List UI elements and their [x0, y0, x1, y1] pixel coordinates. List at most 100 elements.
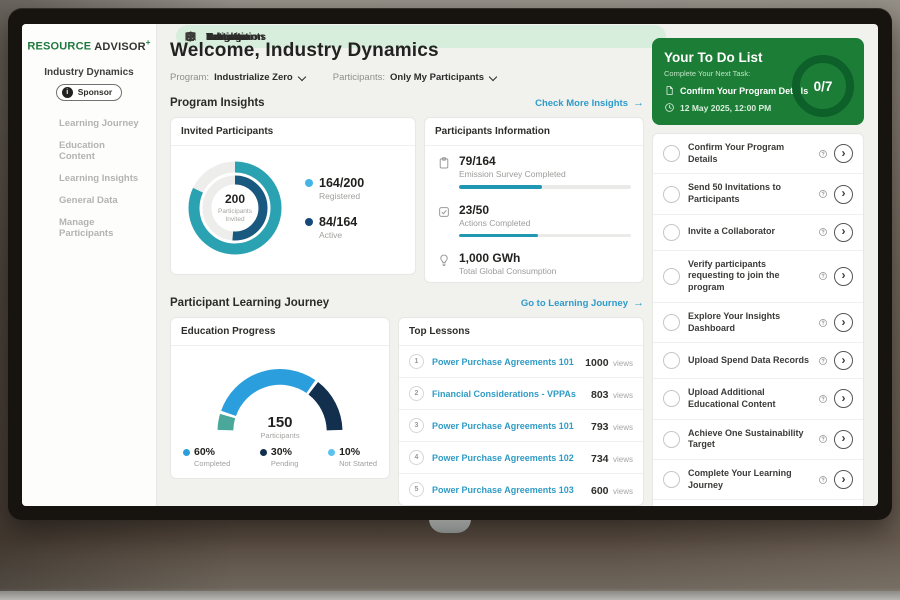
lesson-title-link[interactable]: Power Purchase Agreements 103: [432, 485, 591, 495]
legend-dot: [260, 449, 267, 456]
help-icon: [818, 189, 828, 199]
todo-task-list-card: Confirm Your Program Details › Send 50 I…: [652, 133, 864, 506]
legend-item: 60% Completed: [183, 446, 230, 468]
info-row-icon: [437, 156, 451, 170]
learning-journey-header: Participant Learning Journey Go to Learn…: [170, 297, 644, 309]
views-count: 793: [591, 421, 609, 433]
task-chevron-button[interactable]: ›: [834, 144, 853, 163]
task-chevron-button[interactable]: ›: [834, 389, 853, 408]
arrow-right-icon: →: [633, 97, 644, 109]
task-row: Verify participants requesting to join t…: [653, 251, 863, 303]
task-label: Invite a Collaborator: [688, 226, 814, 238]
info-row: 1,000 GWh Total Global Consumption: [425, 243, 643, 282]
arrow-right-icon: →: [633, 297, 644, 309]
lesson-row: 3 Power Purchase Agreements 101 793 view…: [399, 409, 643, 441]
org-name: Industry Dynamics: [22, 67, 156, 78]
task-chevron-button[interactable]: ›: [834, 430, 853, 449]
task-chevron-button[interactable]: ›: [834, 313, 853, 332]
lesson-rank: 1: [409, 354, 424, 369]
lesson-title-link[interactable]: Power Purchase Agreements 101: [432, 421, 591, 431]
legend-item: 84/164 Active: [305, 215, 364, 240]
participants-filter-value: Only My Participants: [390, 72, 484, 83]
program-filter-value: Industrialize Zero: [214, 72, 293, 83]
task-checkbox[interactable]: [663, 145, 680, 162]
monitor-bezel: RESOURCEADVISOR+ Industry Dynamics i Spo…: [8, 8, 892, 520]
info-label: Actions Completed: [459, 218, 631, 228]
card-title: Invited Participants: [171, 118, 415, 146]
task-checkbox[interactable]: [663, 224, 680, 241]
gauge-center-label: Participants: [205, 431, 355, 440]
task-chevron-button[interactable]: ›: [834, 470, 853, 489]
progress-bar: [459, 185, 631, 189]
program-filter-dropdown[interactable]: Program: Industrialize Zero: [170, 72, 305, 83]
sponsor-badge[interactable]: i Sponsor: [56, 84, 122, 101]
progress-fill: [459, 185, 542, 189]
info-row: 79/164 Emission Survey Completed: [425, 146, 643, 195]
sidebar-item[interactable]: General Data: [28, 190, 150, 211]
check-more-insights-link[interactable]: Check More Insights→: [535, 97, 644, 109]
task-row: Upload Additional Educational Content ›: [653, 379, 863, 419]
info-row-icon: [437, 253, 451, 267]
lesson-row: 2 Financial Considerations - VPPAs 803 v…: [399, 377, 643, 409]
todo-due-label: 12 May 2025, 12:00 PM: [680, 103, 771, 113]
donut-center-value: 200: [225, 192, 245, 206]
main-content: Welcome, Industry Dynamics Program: Indu…: [170, 24, 644, 506]
task-checkbox[interactable]: [663, 471, 680, 488]
lesson-rank: 2: [409, 386, 424, 401]
legend-item: 164/200 Registered: [305, 176, 364, 201]
info-label: Total Global Consumption: [459, 266, 631, 276]
help-icon: [818, 318, 828, 328]
task-checkbox[interactable]: [663, 352, 680, 369]
task-chevron-button[interactable]: ›: [834, 351, 853, 370]
lesson-views: 1000 views: [585, 353, 633, 371]
monitor-stand: [429, 519, 471, 533]
section-title-learning-journey: Participant Learning Journey: [170, 297, 329, 309]
sidebar-item[interactable]: Learning Insights: [28, 168, 150, 189]
help-icon: [818, 475, 828, 485]
task-label: Upload Spend Data Records: [688, 355, 814, 367]
sidebar-item[interactable]: Learning Journey: [28, 113, 150, 134]
info-value: 1,000 GWh: [459, 251, 631, 265]
top-lessons-card: Top Lessons 1 Power Purchase Agreements …: [398, 317, 644, 506]
task-chevron-button[interactable]: ›: [834, 185, 853, 204]
info-row-icon: [437, 205, 451, 219]
lesson-rank: 4: [409, 450, 424, 465]
task-row: Invite a Collaborator ›: [653, 215, 863, 251]
lesson-title-link[interactable]: Financial Considerations - VPPAs: [432, 389, 591, 399]
legend-value: 84/164: [319, 215, 357, 229]
legend-item: 10% Not Started: [328, 446, 377, 468]
lesson-row: 1 Power Purchase Agreements 101 1000 vie…: [399, 346, 643, 377]
nav-label: Manage Participants: [59, 217, 142, 239]
clock-icon: [664, 102, 675, 113]
task-chevron-button[interactable]: ›: [834, 267, 853, 286]
sidebar-item[interactable]: Manage Participants: [28, 212, 150, 244]
scene-background: RESOURCEADVISOR+ Industry Dynamics i Spo…: [0, 0, 900, 600]
legend-value: 10%: [339, 446, 360, 458]
views-count: 734: [591, 453, 609, 465]
education-gauge-chart: 150 Participants: [205, 356, 355, 440]
task-checkbox[interactable]: [663, 186, 680, 203]
lesson-title-link[interactable]: Power Purchase Agreements 102: [432, 453, 591, 463]
task-checkbox[interactable]: [663, 390, 680, 407]
views-count: 1000: [585, 357, 608, 369]
views-count: 803: [591, 389, 609, 401]
donut-area: 200 Participants Invited 164/200: [171, 146, 415, 274]
views-suffix: views: [613, 487, 633, 496]
views-count: 600: [591, 485, 609, 497]
participants-filter-dropdown[interactable]: Participants: Only My Participants: [333, 72, 496, 83]
go-to-learning-journey-link[interactable]: Go to Learning Journey→: [521, 297, 644, 309]
insights-cards-row: Invited Participants: [170, 117, 644, 283]
legend-label: Active: [319, 230, 357, 240]
task-label: Achieve One Sustainability Target: [688, 428, 814, 451]
collapse-tasks-link[interactable]: Collapse Tasks: [653, 500, 863, 506]
task-checkbox[interactable]: [663, 431, 680, 448]
sidebar: RESOURCEADVISOR+ Industry Dynamics i Spo…: [22, 24, 157, 506]
task-checkbox[interactable]: [663, 314, 680, 331]
lesson-title-link[interactable]: Power Purchase Agreements 101: [432, 357, 585, 367]
task-chevron-button[interactable]: ›: [834, 223, 853, 242]
task-label: Explore Your Insights Dashboard: [688, 311, 814, 334]
task-checkbox[interactable]: [663, 268, 680, 285]
lesson-rank: 5: [409, 482, 424, 497]
sidebar-item[interactable]: Education Content: [28, 135, 150, 167]
donut-center-label: Participants Invited: [208, 208, 262, 225]
